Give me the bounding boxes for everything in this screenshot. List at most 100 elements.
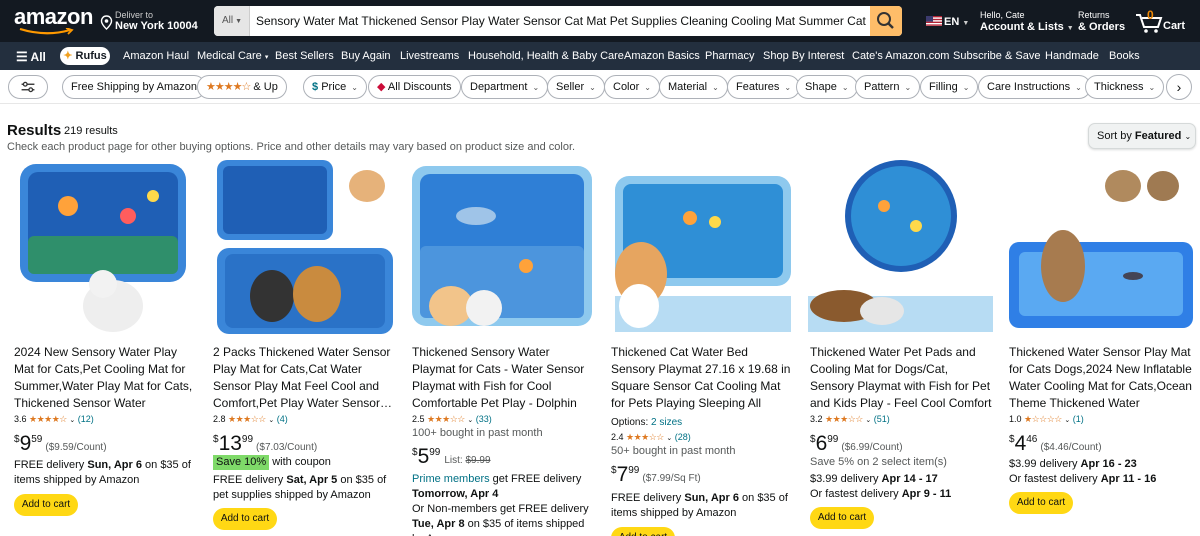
prime-members-link[interactable]: Prime members [412,473,490,485]
product-title[interactable]: Thickened Water Sensor Play Mat for Cats… [1009,344,1193,412]
filter-color[interactable]: Color ⌄ [604,75,660,99]
bought-count: 100+ bought in past month [412,427,543,439]
sort-dropdown[interactable]: Sort by Featured ⌄ [1088,123,1196,149]
search-button[interactable] [870,6,902,36]
product-price: $699($6.99/Count) [810,432,903,455]
all-menu-button[interactable]: ☰ All [16,49,46,65]
product-rating[interactable]: 3.6 ★★★★☆ ⌄ (12) [14,414,94,425]
nav-item-livestreams[interactable]: Livestreams [400,50,459,62]
product-card: 2 Packs Thickened Water Sensor Play Mat … [207,156,400,536]
returns-orders[interactable]: Returns & Orders [1078,10,1125,33]
fastest-delivery: Or fastest delivery Apr 9 - 11 [810,488,952,500]
rating-stars-icon: ★★★☆☆ [626,432,664,442]
add-to-cart-button[interactable]: Add to cart [14,494,78,516]
nav-item-amazon-haul[interactable]: Amazon Haul [123,50,189,62]
add-to-cart-button[interactable]: Add to cart [611,527,675,536]
product-rating[interactable]: 2.5 ★★★☆☆ ⌄ (33) [412,414,492,425]
product-card: Thickened Sensory Water Playmat for Cats… [406,156,599,536]
product-price: $599List: $9.99 [412,445,491,468]
product-rating[interactable]: 2.8 ★★★☆☆ ⌄ (4) [213,414,288,425]
add-to-cart-button[interactable]: Add to cart [810,507,874,529]
nav-item-amazon-basics[interactable]: Amazon Basics [624,50,700,62]
filter-features[interactable]: Features ⌄ [727,75,801,99]
results-count: 219 results [64,125,118,137]
nav-item-cates-amazon[interactable]: Cate's Amazon.com [852,50,949,62]
amazon-logo[interactable]: amazon [14,6,93,36]
product-title[interactable]: 2 Packs Thickened Water Sensor Play Mat … [213,344,397,412]
nav-item-buy-again[interactable]: Buy Again [341,50,391,62]
filter-thickness[interactable]: Thickness ⌄ [1085,75,1165,99]
nav-item-shop-by-interest[interactable]: Shop By Interest [763,50,844,62]
filter-settings-button[interactable] [8,75,48,99]
product-title[interactable]: Thickened Sensory Water Playmat for Cats… [412,344,596,412]
add-to-cart-button[interactable]: Add to cart [213,508,277,530]
hamburger-icon: ☰ [16,49,28,64]
filter-free-shipping[interactable]: Free Shipping by Amazon [62,75,206,99]
filter-rating[interactable]: ★★★★☆ & Up [197,75,287,99]
product-image[interactable] [406,156,599,337]
product-title[interactable]: Thickened Cat Water Bed Sensory Playmat … [611,344,795,412]
nav-item-household[interactable]: Household, Health & Baby Care [468,50,624,62]
filter-department[interactable]: Department ⌄ [461,75,549,99]
location-pin-icon [100,15,113,30]
product-image[interactable] [605,156,798,337]
filter-care-instructions[interactable]: Care Instructions ⌄ [978,75,1091,99]
product-price: $1399($7.03/Count) [213,432,318,455]
rating-stars-icon: ★★★☆☆ [228,414,266,424]
rufus-button[interactable]: ✦ Rufus [60,47,110,65]
logo-smile-icon [19,28,74,35]
language-selector[interactable]: EN ▼ [944,16,969,28]
search-category-dropdown[interactable]: All ▼ [214,6,250,36]
nav-item-subscribe-save[interactable]: Subscribe & Save [953,50,1040,62]
coupon-info: Save 10% with coupon [213,455,399,470]
filter-shape[interactable]: Shape ⌄ [796,75,858,99]
filter-seller[interactable]: Seller ⌄ [547,75,605,99]
product-image[interactable] [804,156,997,337]
filter-price[interactable]: $ Price ⌄ [303,75,367,99]
product-image[interactable] [1003,156,1196,337]
prime-delivery-info: Prime members get FREE delivery [412,473,582,485]
nav-item-pharmacy[interactable]: Pharmacy [705,50,755,62]
sliders-icon [21,81,35,93]
save-badge[interactable]: Save 10% [213,455,270,470]
chevron-down-icon: ⌄ [1184,132,1192,141]
product-card: 2024 New Sensory Water Play Mat for Cats… [8,156,201,536]
options-link[interactable]: 2 sizes [651,417,682,428]
top-header: amazon Deliver to New York 10004 All▼ EN… [0,0,1200,42]
rating-stars-icon: ★★★☆☆ [825,414,863,424]
nav-item-medical-care[interactable]: Medical Care ▾ [197,50,268,62]
filter-all-discounts[interactable]: ◆ All Discounts [368,75,461,99]
product-rating[interactable]: 1.0 ★☆☆☆☆ ⌄ (1) [1009,414,1084,425]
product-image[interactable] [207,156,400,337]
nav-item-best-sellers[interactable]: Best Sellers [275,50,334,62]
filters-scroll-right-button[interactable]: › [1166,74,1192,100]
nav-item-handmade[interactable]: Handmade [1045,50,1099,62]
chevron-right-icon: › [1176,79,1182,95]
non-member-delivery-date: Tue, Apr 8 on $35 of items shipped by Am… [412,518,585,536]
filter-pattern[interactable]: Pattern ⌄ [855,75,921,99]
search-bar: All ▼ [214,6,902,36]
filter-filling[interactable]: Filling ⌄ [920,75,979,99]
cart-button[interactable]: 0 Cart [1135,8,1195,36]
delivery-info: FREE delivery Sun, Apr 6 on $35 of items… [14,459,191,486]
nav-item-books[interactable]: Books [1109,50,1140,62]
product-price: $446($4.46/Count) [1009,432,1102,455]
rating-stars-icon: ★☆☆☆☆ [1024,414,1062,424]
product-image[interactable] [8,156,201,337]
product-card: Thickened Water Sensor Play Mat for Cats… [1003,156,1196,536]
fastest-delivery: Or fastest delivery Apr 11 - 16 [1009,473,1157,485]
account-lists[interactable]: Hello, Cate Account & Lists ▼ [980,10,1074,33]
product-title[interactable]: 2024 New Sensory Water Play Mat for Cats… [14,344,198,412]
rating-stars-icon: ★★★★☆ [29,414,67,424]
results-heading: Results [7,122,62,139]
bought-count: 50+ bought in past month [611,445,736,457]
save-promo: Save 5% on 2 select item(s) [810,456,947,468]
search-input[interactable] [256,6,868,36]
product-rating[interactable]: 3.2 ★★★☆☆ ⌄ (51) [810,414,890,425]
product-rating[interactable]: 2.4 ★★★☆☆ ⌄ (28) [611,432,691,443]
filter-material[interactable]: Material ⌄ [659,75,728,99]
rating-stars-icon: ★★★★☆ [206,81,251,93]
product-title[interactable]: Thickened Water Pet Pads and Cooling Mat… [810,344,994,412]
add-to-cart-button[interactable]: Add to cart [1009,492,1073,514]
tag-icon: ◆ [377,81,386,93]
